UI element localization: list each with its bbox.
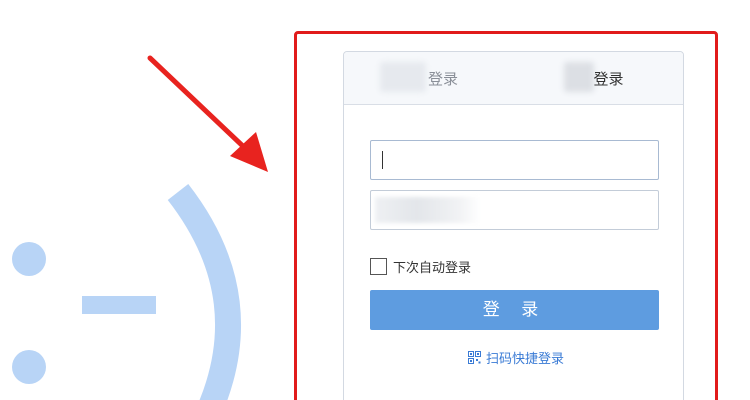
remember-me-row: 下次自动登录: [370, 256, 471, 276]
text-caret: [382, 151, 383, 169]
login-panel: 登录 登录 下次自动登录 登 录 扫码快捷登录: [343, 51, 684, 400]
tab-login-1[interactable]: 登录: [344, 52, 514, 104]
red-arrow-icon: [147, 55, 268, 172]
password-input-box: [370, 190, 659, 230]
qr-login-link[interactable]: 扫码快捷登录: [468, 348, 564, 367]
username-input-box: [370, 140, 659, 180]
redacted-area: [380, 62, 426, 92]
tab-login-2[interactable]: 登录: [514, 52, 684, 104]
tab-label: 登录: [593, 70, 624, 88]
username-input[interactable]: [371, 141, 658, 179]
tab-label: 登录: [428, 70, 459, 88]
redacted-area: [375, 197, 480, 223]
remember-me-label[interactable]: 下次自动登录: [393, 257, 471, 276]
qr-code-icon: [468, 351, 481, 364]
remember-me-checkbox[interactable]: [370, 257, 387, 275]
tab-bar: 登录 登录: [344, 52, 683, 105]
redacted-area: [563, 62, 594, 92]
login-button[interactable]: 登 录: [370, 290, 659, 330]
qr-login-label: 扫码快捷登录: [486, 352, 565, 367]
page: 登录 登录 下次自动登录 登 录 扫码快捷登录: [0, 0, 750, 400]
